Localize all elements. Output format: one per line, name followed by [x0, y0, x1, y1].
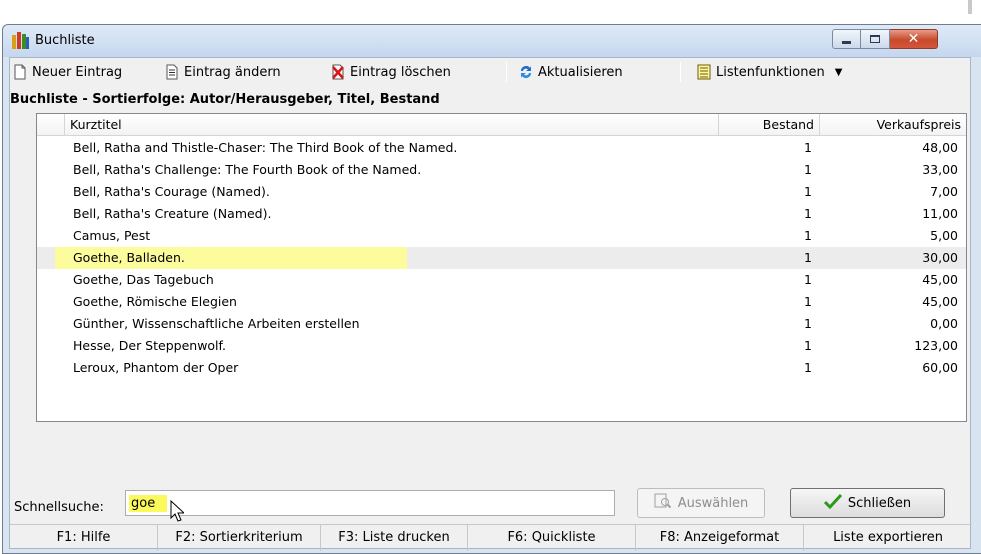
- list-caption: Buchliste - Sortierfolge: Autor/Herausge…: [10, 92, 440, 107]
- row-title: Camus, Pest: [73, 228, 151, 243]
- row-qty: 1: [804, 272, 812, 287]
- f1-help-key[interactable]: F1: Hilfe: [10, 525, 158, 551]
- book-list-grid[interactable]: Kurztitel Bestand Verkaufspreis Bell, Ra…: [36, 113, 967, 422]
- table-row[interactable]: Bell, Ratha and Thistle-Chaser: The Thir…: [37, 137, 966, 159]
- column-header-price[interactable]: Verkaufspreis: [820, 114, 966, 136]
- minimize-icon: [842, 41, 851, 44]
- refresh-icon: [518, 64, 534, 80]
- window-client-area: Neuer Eintrag Eintrag ändern Eintrag lös…: [9, 57, 972, 551]
- row-title: Hesse, Der Steppenwolf.: [73, 338, 226, 353]
- refresh-label: Aktualisieren: [538, 64, 623, 80]
- row-title: Bell, Ratha's Challenge: The Fourth Book…: [73, 162, 422, 177]
- edit-entry-button[interactable]: Eintrag ändern: [164, 62, 281, 82]
- row-qty: 1: [804, 250, 812, 265]
- delete-document-icon: [330, 64, 346, 80]
- f8-format-key[interactable]: F8: Anzeigeformat: [636, 525, 804, 551]
- status-bar: F1: Hilfe F2: Sortierkriterium F3: Liste…: [10, 524, 972, 551]
- toolbar-separator: [506, 62, 507, 82]
- row-title: Leroux, Phantom der Oper: [73, 360, 239, 375]
- edit-document-icon: [164, 64, 180, 80]
- close-label: Schließen: [847, 495, 912, 511]
- buchliste-window: Buchliste ✕ Neuer Eintrag Eintrag ändern: [2, 24, 981, 554]
- row-title: Goethe, Römische Elegien: [73, 294, 237, 309]
- row-qty: 1: [804, 338, 812, 353]
- list-functions-menu[interactable]: Listenfunktionen ▼: [696, 62, 842, 82]
- row-title: Bell, Ratha's Courage (Named).: [73, 184, 270, 199]
- grid-header: Kurztitel Bestand Verkaufspreis: [37, 114, 966, 136]
- background-scrollbar-fragment: [968, 0, 972, 14]
- row-qty: 1: [804, 316, 812, 331]
- list-icon: [696, 64, 712, 80]
- table-row[interactable]: Leroux, Phantom der Oper 1 60,00: [37, 357, 966, 379]
- table-row[interactable]: Bell, Ratha's Challenge: The Fourth Book…: [37, 159, 966, 181]
- new-document-icon: [12, 64, 28, 80]
- new-entry-label: Neuer Eintrag: [32, 64, 123, 80]
- mouse-pointer-icon: [170, 499, 186, 526]
- list-functions-label: Listenfunktionen: [716, 64, 825, 80]
- row-price: 0,00: [930, 316, 958, 331]
- f6-quicklist-key[interactable]: F6: Quickliste: [468, 525, 636, 551]
- column-header-qty[interactable]: Bestand: [719, 114, 820, 136]
- quick-search-value: goe: [131, 496, 156, 511]
- row-price: 45,00: [922, 294, 958, 309]
- row-qty: 1: [804, 228, 812, 243]
- table-row-selected[interactable]: Goethe, Balladen. 1 30,00: [37, 247, 966, 269]
- row-title: Goethe, Das Tagebuch: [73, 272, 214, 287]
- row-price: 30,00: [922, 250, 958, 265]
- export-list-key[interactable]: Liste exportieren: [804, 525, 972, 551]
- toolbar-separator: [680, 62, 681, 82]
- column-header-title[interactable]: Kurztitel: [65, 114, 719, 136]
- select-button[interactable]: Auswählen: [637, 488, 765, 518]
- close-button[interactable]: Schließen: [790, 488, 945, 518]
- select-label: Auswählen: [677, 495, 749, 511]
- f3-print-key[interactable]: F3: Liste drucken: [321, 525, 468, 551]
- quick-search-label: Schnellsuche:: [14, 500, 104, 515]
- row-price: 123,00: [914, 338, 958, 353]
- window-title: Buchliste: [35, 33, 95, 48]
- quick-search-input[interactable]: [125, 490, 615, 516]
- select-icon: [654, 493, 672, 513]
- row-qty: 1: [804, 162, 812, 177]
- table-row[interactable]: Goethe, Das Tagebuch 1 45,00: [37, 269, 966, 291]
- maximize-button[interactable]: [861, 29, 890, 49]
- close-icon: ✕: [907, 31, 920, 47]
- books-app-icon: [12, 32, 30, 49]
- checkmark-icon: [823, 493, 842, 513]
- row-indicator-header: [37, 114, 65, 136]
- row-price: 11,00: [922, 206, 958, 221]
- row-price: 45,00: [922, 272, 958, 287]
- table-row[interactable]: Goethe, Römische Elegien 1 45,00: [37, 291, 966, 313]
- row-qty: 1: [804, 206, 812, 221]
- table-row[interactable]: Günther, Wissenschaftliche Arbeiten erst…: [37, 313, 966, 335]
- row-title: Günther, Wissenschaftliche Arbeiten erst…: [73, 316, 360, 331]
- maximize-icon: [870, 35, 880, 43]
- delete-entry-label: Eintrag löschen: [350, 64, 451, 80]
- table-row[interactable]: Hesse, Der Steppenwolf. 1 123,00: [37, 335, 966, 357]
- close-window-button[interactable]: ✕: [890, 29, 938, 49]
- row-qty: 1: [804, 140, 812, 155]
- row-qty: 1: [804, 294, 812, 309]
- row-price: 7,00: [930, 184, 958, 199]
- row-price: 48,00: [922, 140, 958, 155]
- row-qty: 1: [804, 184, 812, 199]
- new-entry-button[interactable]: Neuer Eintrag: [12, 62, 122, 82]
- table-row[interactable]: Camus, Pest 1 5,00: [37, 225, 966, 247]
- dropdown-arrow-icon: ▼: [834, 66, 843, 78]
- table-row[interactable]: Bell, Ratha's Courage (Named). 1 7,00: [37, 181, 966, 203]
- row-title: Bell, Ratha and Thistle-Chaser: The Thir…: [73, 140, 458, 155]
- f2-sort-key[interactable]: F2: Sortierkriterium: [158, 525, 321, 551]
- table-row[interactable]: Bell, Ratha's Creature (Named). 1 11,00: [37, 203, 966, 225]
- row-qty: 1: [804, 360, 812, 375]
- minimize-button[interactable]: [832, 29, 861, 49]
- title-bar[interactable]: Buchliste ✕: [3, 25, 981, 57]
- edit-entry-label: Eintrag ändern: [184, 64, 281, 80]
- refresh-button[interactable]: Aktualisieren: [518, 62, 623, 82]
- toolbar: Neuer Eintrag Eintrag ändern Eintrag lös…: [10, 58, 972, 86]
- row-price: 33,00: [922, 162, 958, 177]
- row-price: 60,00: [922, 360, 958, 375]
- row-title: Goethe, Balladen.: [73, 250, 185, 265]
- row-title: Bell, Ratha's Creature (Named).: [73, 206, 272, 221]
- row-price: 5,00: [930, 228, 958, 243]
- delete-entry-button[interactable]: Eintrag löschen: [330, 62, 451, 82]
